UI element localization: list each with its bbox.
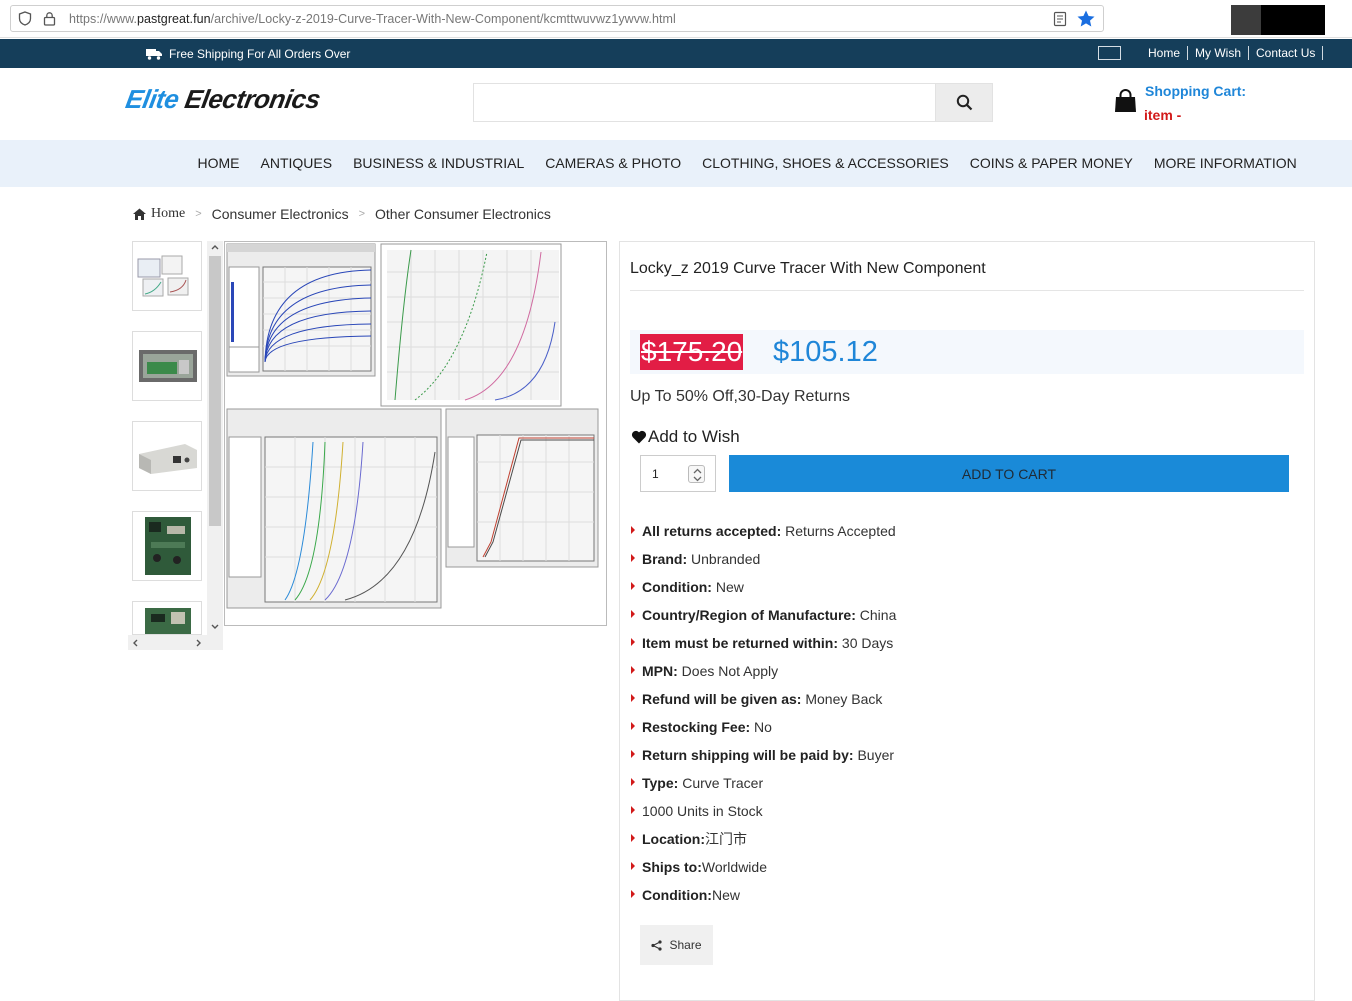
spec-item: Location:江门市 [630, 825, 896, 853]
thumbnail-image [133, 242, 201, 310]
breadcrumb-separator: > [358, 208, 366, 220]
spec-item: Restocking Fee: No [630, 713, 896, 741]
promo-text: Up To 50% Off,30-Day Returns [630, 388, 850, 405]
thumbnail-4[interactable] [132, 511, 202, 581]
site-header: Elite Electronics Shopping Cart: item - [0, 68, 1352, 140]
site-logo[interactable]: Elite Electronics [123, 84, 322, 115]
top-bar: Free Shipping For All Orders Over Home M… [0, 39, 1352, 68]
thumbnail-2[interactable] [132, 331, 202, 401]
spec-item: Return shipping will be paid by: Buyer [630, 741, 896, 769]
share-button[interactable]: Share [640, 925, 713, 965]
thumbnail-scrollbar[interactable] [207, 241, 223, 635]
divider [630, 290, 1304, 291]
spec-item: Condition:New [630, 881, 896, 909]
thumbnail-3[interactable] [132, 421, 202, 491]
top-link-home[interactable]: Home [1141, 46, 1189, 60]
language-select[interactable] [1098, 46, 1121, 60]
chevron-right-icon[interactable] [196, 639, 202, 647]
spec-item: Ships to:Worldwide [630, 853, 896, 881]
thumbnail-image [133, 422, 201, 490]
thumbnail-image [133, 602, 201, 634]
spec-item: Brand: Unbranded [630, 545, 896, 573]
add-to-cart-button[interactable]: ADD TO CART [729, 455, 1289, 492]
home-icon [133, 208, 146, 220]
nav-cameras-photo[interactable]: CAMERAS & PHOTO [535, 140, 692, 187]
thumbnail-1[interactable] [132, 241, 202, 311]
scrollbar-thumb[interactable] [209, 256, 221, 526]
nav-clothing[interactable]: CLOTHING, SHOES & ACCESSORIES [692, 140, 960, 187]
breadcrumb-separator: > [195, 208, 202, 220]
shopping-bag-icon[interactable] [1114, 89, 1137, 113]
spec-item: Item must be returned within: 30 Days [630, 629, 896, 657]
top-link-wish[interactable]: My Wish [1188, 46, 1250, 60]
product-title: Locky_z 2019 Curve Tracer With New Compo… [630, 260, 986, 277]
spec-item: Type: Curve Tracer [630, 769, 896, 797]
share-icon [651, 939, 663, 951]
stepper-arrows-icon [693, 468, 702, 482]
shield-icon[interactable] [18, 11, 32, 26]
quantity-stepper[interactable] [688, 465, 705, 483]
spec-item: Refund will be given as: Money Back [630, 685, 896, 713]
shipping-notice: Free Shipping For All Orders Over [146, 47, 350, 61]
main-nav: HOME ANTIQUES BUSINESS & INDUSTRIAL CAME… [0, 140, 1352, 187]
price-box: $175.20 $105.12 [630, 330, 1304, 374]
url-text[interactable]: https://www.pastgreat.fun/archive/Locky-… [69, 12, 676, 26]
nav-antiques[interactable]: ANTIQUES [250, 140, 343, 187]
spec-item: Condition: New [630, 573, 896, 601]
nav-business-industrial[interactable]: BUSINESS & INDUSTRIAL [343, 140, 535, 187]
breadcrumb: Home > Consumer Electronics > Other Cons… [133, 206, 551, 222]
search-button[interactable] [935, 83, 993, 122]
product-detail-panel: Locky_z 2019 Curve Tracer With New Compo… [619, 241, 1315, 1001]
wish-label: Add to Wish [648, 427, 740, 446]
thumbnail-image [133, 332, 201, 400]
cart-count[interactable]: item - [1144, 107, 1181, 123]
spec-item: All returns accepted: Returns Accepted [630, 517, 896, 545]
chevron-down-icon[interactable] [211, 624, 219, 630]
quantity-input[interactable]: 1 [640, 455, 716, 492]
sale-price: $105.12 [773, 336, 878, 368]
chevron-up-icon[interactable] [211, 244, 219, 250]
add-to-wish-button[interactable]: Add to Wish [631, 427, 740, 447]
truck-icon [146, 49, 162, 60]
original-price: $175.20 [640, 334, 744, 370]
thumbnail-image [133, 512, 201, 580]
lock-icon[interactable] [43, 11, 56, 26]
address-bar[interactable]: https://www.pastgreat.fun/archive/Locky-… [10, 5, 1104, 32]
thumbnail-5[interactable] [132, 601, 202, 635]
breadcrumb-consumer-electronics[interactable]: Consumer Electronics [212, 206, 349, 222]
bookmark-star-icon[interactable] [1076, 9, 1096, 29]
breadcrumb-other-consumer-electronics[interactable]: Other Consumer Electronics [375, 206, 551, 222]
nav-coins[interactable]: COINS & PAPER MONEY [959, 140, 1143, 187]
redacted-area [1231, 5, 1325, 35]
nav-home[interactable]: HOME [187, 140, 250, 187]
cart-label[interactable]: Shopping Cart: [1145, 83, 1246, 99]
top-links: Home My Wish Contact Us [1141, 46, 1324, 60]
main-product-image[interactable] [224, 241, 607, 626]
thumbnail-horizontal-scrollbar[interactable] [128, 635, 223, 650]
browser-toolbar: https://www.pastgreat.fun/archive/Locky-… [0, 0, 1352, 38]
nav-more-information[interactable]: MORE INFORMATION [1143, 140, 1307, 187]
product-image [225, 242, 606, 625]
quantity-value: 1 [652, 467, 659, 481]
heart-icon [631, 430, 647, 444]
search-input[interactable] [473, 83, 936, 122]
spec-item: 1000 Units in Stock [630, 797, 896, 825]
chevron-left-icon[interactable] [132, 639, 138, 647]
breadcrumb-home[interactable]: Home [133, 206, 185, 222]
shipping-text: Free Shipping For All Orders Over [169, 47, 351, 61]
search-icon [956, 94, 972, 111]
spec-item: Country/Region of Manufacture: China [630, 601, 896, 629]
top-link-contact[interactable]: Contact Us [1249, 46, 1324, 60]
reader-view-icon[interactable] [1053, 11, 1067, 27]
spec-list: All returns accepted: Returns Accepted B… [630, 517, 896, 909]
spec-item: MPN: Does Not Apply [630, 657, 896, 685]
